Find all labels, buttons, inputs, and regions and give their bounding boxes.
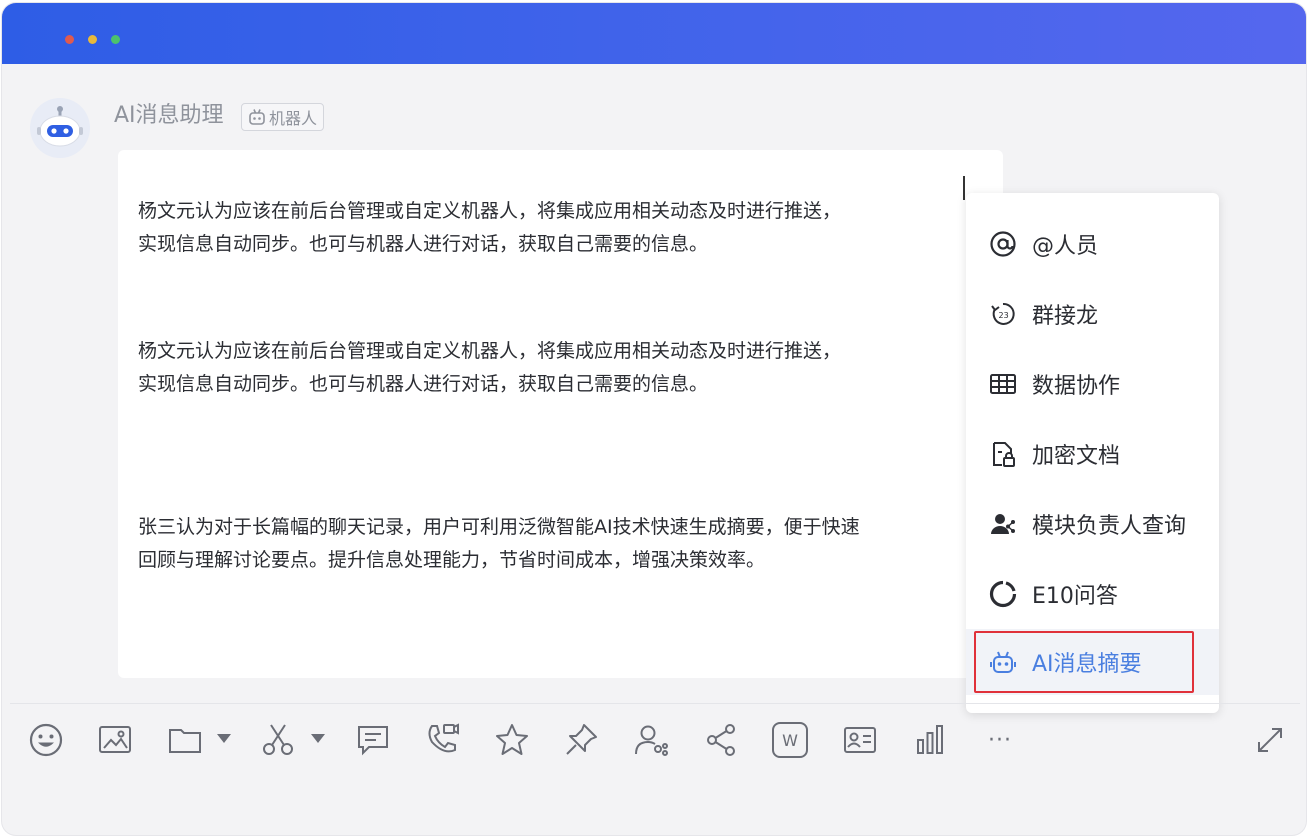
emoji-icon	[29, 723, 63, 757]
folder-button[interactable]	[165, 720, 205, 760]
robot-tag-label: 机器人	[269, 109, 318, 128]
message-line: 实现信息自动同步。也可与机器人进行对话，获取自己需要的信息。	[138, 233, 709, 255]
sender-name: AI消息助理	[114, 103, 224, 128]
phone-video-icon	[428, 723, 459, 753]
robot-icon	[249, 109, 265, 125]
message-line: 实现信息自动同步。也可与机器人进行对话，获取自己需要的信息。	[138, 373, 709, 395]
menu-item-encrypted-doc[interactable]: 加密文档	[966, 421, 1219, 487]
menu-item-label: 数据协作	[1032, 374, 1121, 399]
user-link-icon	[635, 725, 668, 756]
locked-file-icon	[988, 439, 1018, 469]
message-bubble[interactable]: 杨文元认为应该在前后台管理或自定义机器人，将集成应用相关动态及时进行推送， 实现…	[118, 150, 1003, 678]
toolbar-divider	[10, 703, 1300, 704]
close-window-button[interactable]	[65, 35, 74, 44]
favorite-button[interactable]	[492, 720, 532, 760]
more-button[interactable]: ···	[980, 720, 1020, 760]
menu-item-module-owner[interactable]: 模块负责人查询	[966, 491, 1219, 557]
contact-card-icon	[844, 727, 876, 753]
maximize-window-button[interactable]	[111, 35, 120, 44]
menu-item-label: 加密文档	[1032, 444, 1121, 469]
menu-item-e10-qa[interactable]: E10问答	[966, 561, 1219, 627]
menu-item-relay[interactable]: 23 群接龙	[966, 281, 1219, 347]
share-icon	[707, 724, 735, 756]
svg-text:23: 23	[999, 311, 1009, 320]
emoji-button[interactable]	[26, 720, 66, 760]
scissors-icon	[263, 724, 293, 755]
comment-button[interactable]	[353, 720, 393, 760]
message-line: 张三认为对于长篇幅的聊天记录，用户可利用泛微智能AI技术快速生成摘要，便于快速	[138, 516, 860, 538]
comment-icon	[358, 726, 388, 756]
chart-icon	[917, 725, 943, 754]
more-icon: ···	[988, 727, 1012, 753]
message-line: 杨文元认为应该在前后台管理或自定义机器人，将集成应用相关动态及时进行推送，	[138, 200, 842, 222]
user-link-button[interactable]	[631, 720, 671, 760]
menu-item-label: 群接龙	[1032, 304, 1099, 329]
menu-item-mention[interactable]: @人员	[966, 211, 1219, 277]
image-icon	[99, 726, 131, 753]
folder-dropdown-caret[interactable]	[217, 734, 231, 743]
pin-icon	[566, 724, 597, 755]
menu-item-label: E10问答	[1032, 584, 1118, 609]
minimize-window-button[interactable]	[88, 35, 97, 44]
menu-item-label: @人员	[1032, 234, 1099, 259]
message-paragraph: 张三认为对于长篇幅的聊天记录，用户可利用泛微智能AI技术快速生成摘要，便于快速 …	[138, 511, 968, 577]
title-bar	[2, 3, 1306, 64]
message-paragraph: 杨文元认为应该在前后台管理或自定义机器人，将集成应用相关动态及时进行推送， 实现…	[138, 195, 968, 261]
expand-button[interactable]	[1250, 720, 1290, 760]
menu-item-data-collab[interactable]: 数据协作	[966, 351, 1219, 417]
folder-icon	[169, 729, 201, 753]
at-icon	[988, 229, 1018, 259]
message-line: 杨文元认为应该在前后台管理或自定义机器人，将集成应用相关动态及时进行推送，	[138, 340, 842, 362]
table-icon	[988, 369, 1018, 399]
expand-icon	[1258, 728, 1282, 752]
message-paragraph: 杨文元认为应该在前后台管理或自定义机器人，将集成应用相关动态及时进行推送， 实现…	[138, 335, 968, 401]
screenshot-button[interactable]	[258, 720, 298, 760]
screenshot-dropdown-caret[interactable]	[311, 734, 325, 743]
menu-item-label: 模块负责人查询	[1032, 514, 1187, 539]
robot-tag: 机器人	[241, 103, 325, 131]
relay-icon: 23	[988, 299, 1018, 329]
bot-avatar[interactable]	[30, 98, 90, 158]
call-button[interactable]	[422, 720, 462, 760]
word-doc-button[interactable]: W	[770, 720, 810, 760]
word-icon-label: W	[782, 730, 798, 750]
star-icon	[496, 724, 528, 755]
robot-avatar-icon	[37, 106, 83, 147]
image-button[interactable]	[95, 720, 135, 760]
share-button[interactable]	[701, 720, 741, 760]
pin-button[interactable]	[561, 720, 601, 760]
ring-icon	[988, 579, 1018, 609]
contact-card-button[interactable]	[840, 720, 880, 760]
chart-button[interactable]	[910, 720, 950, 760]
person-share-icon	[988, 509, 1018, 539]
highlight-box	[974, 631, 1194, 693]
message-line: 回顾与理解讨论要点。提升信息处理能力，节省时间成本，增强决策效率。	[138, 549, 766, 571]
